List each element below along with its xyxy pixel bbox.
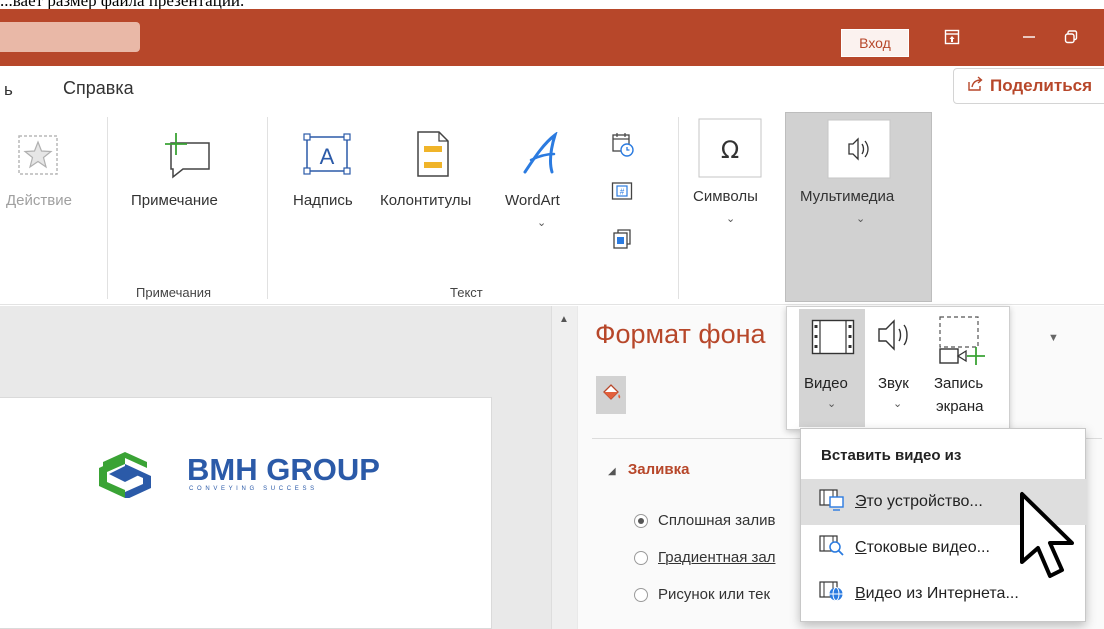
share-icon (966, 75, 984, 97)
radio[interactable] (634, 587, 648, 602)
title-search-box[interactable] (0, 22, 140, 52)
wordart-icon (521, 131, 561, 181)
title-bar: Вход (0, 9, 1104, 66)
speaker-icon (876, 317, 916, 358)
group-separator (107, 117, 108, 299)
option-label: Сплошная залив (658, 512, 776, 529)
chevron-down-icon: ⌄ (537, 217, 547, 229)
bmh-logo-icon (95, 446, 175, 503)
film-icon (811, 319, 855, 360)
share-label: Поделиться (990, 76, 1093, 95)
ribbon-insert: Действие Примечание Примечания A Надпись… (0, 112, 1104, 305)
screen-recording-label-1: Запись (934, 375, 984, 392)
object-icon[interactable] (612, 228, 632, 255)
radio[interactable] (634, 550, 648, 565)
slide-canvas[interactable]: BMH GROUP C O N V E Y I N G S U C C E S … (0, 397, 492, 629)
omega-symbol-icon: Ω (698, 118, 762, 183)
logo-text: BMH GROUP (187, 452, 380, 487)
tab-help[interactable]: Справка (63, 78, 134, 99)
option-label: Градиентная зал (658, 549, 776, 566)
screen-recording-icon (938, 315, 986, 372)
solid-fill-option[interactable]: Сплошная залив (634, 512, 776, 529)
ribbon-display-icon[interactable] (933, 22, 971, 52)
text-group-label: Текст (450, 285, 483, 300)
scroll-up-icon[interactable]: ▲ (559, 314, 569, 325)
slide-number-icon[interactable]: # (611, 180, 633, 207)
picture-fill-option[interactable]: Рисунок или тек (634, 586, 770, 603)
app-window: ...вает размер файла презентации. Вход ь… (0, 0, 1104, 629)
speaker-icon (827, 119, 891, 184)
menu-item-label: Стоковые видео... (855, 539, 990, 556)
device-video-icon (819, 488, 845, 516)
collapse-triangle-icon: ◢ (608, 466, 616, 477)
multimedia-button[interactable]: Мультимедиа ⌄ (785, 112, 932, 302)
svg-text:Ω: Ω (721, 136, 739, 164)
chevron-down-icon: ⌄ (827, 398, 837, 410)
new-comment-icon (159, 131, 215, 184)
tab-partial[interactable]: ь (4, 80, 13, 100)
sign-in-button[interactable]: Вход (841, 29, 909, 57)
wordart-label: WordArt (505, 192, 560, 209)
logo-tagline: C O N V E Y I N G S U C C E S S (189, 486, 316, 492)
date-time-icon[interactable] (611, 132, 635, 163)
header-footer-icon (415, 130, 451, 183)
option-label: Рисунок или тек (658, 586, 771, 603)
fill-section-label: Заливка (627, 461, 690, 478)
chevron-down-icon: ⌄ (893, 398, 903, 410)
ribbon-tabs: ь Справка Поделиться (0, 66, 1104, 112)
document-caption: ...вает размер файла презентации. (0, 0, 1104, 9)
symbols-label: Символы (693, 188, 758, 205)
chevron-down-icon: ⌄ (856, 213, 866, 225)
menu-item-label: Видео из Интернета... (855, 585, 1019, 602)
stock-video-icon (819, 534, 845, 562)
restore-icon[interactable] (1052, 22, 1090, 52)
share-button[interactable]: Поделиться (953, 68, 1104, 104)
action-icon (17, 134, 59, 181)
minimize-icon[interactable] (1010, 22, 1048, 52)
video-label: Видео (804, 375, 848, 392)
pane-options-icon[interactable]: ▼ (1048, 332, 1059, 344)
menu-item-label: Это устройство... (855, 493, 983, 510)
group-separator (678, 117, 679, 299)
multimedia-label: Мультимедиа (800, 188, 895, 205)
online-video-icon (819, 580, 845, 608)
audio-label: Звук (878, 375, 909, 392)
fill-tab[interactable] (596, 376, 626, 414)
gradient-fill-option[interactable]: Градиентная зал (634, 549, 775, 566)
action-label: Действие (6, 192, 72, 209)
vertical-scrollbar[interactable]: ▲ (551, 306, 577, 629)
svg-text:#: # (620, 188, 625, 197)
menu-header: Вставить видео из (821, 447, 962, 464)
screen-recording-label-2: экрана (936, 398, 984, 415)
pane-title: Формат фона (595, 319, 766, 349)
video-button[interactable]: Видео ⌄ (799, 309, 865, 427)
radio-selected[interactable] (634, 513, 648, 528)
svg-text:A: A (320, 144, 335, 169)
paint-bucket-icon (600, 382, 622, 409)
textbox-icon: A (303, 133, 351, 180)
chevron-down-icon: ⌄ (726, 213, 736, 225)
mouse-cursor-icon (1018, 490, 1082, 587)
header-footer-label: Колонтитулы (380, 192, 472, 209)
multimedia-dropdown: Видео ⌄ Звук ⌄ Запись экрана (786, 306, 1010, 430)
fill-section-header[interactable]: ◢ Заливка (608, 461, 689, 478)
textbox-label: Надпись (293, 192, 353, 209)
group-separator (267, 117, 268, 299)
comment-label: Примечание (131, 192, 218, 209)
comments-group-label: Примечания (136, 285, 212, 300)
